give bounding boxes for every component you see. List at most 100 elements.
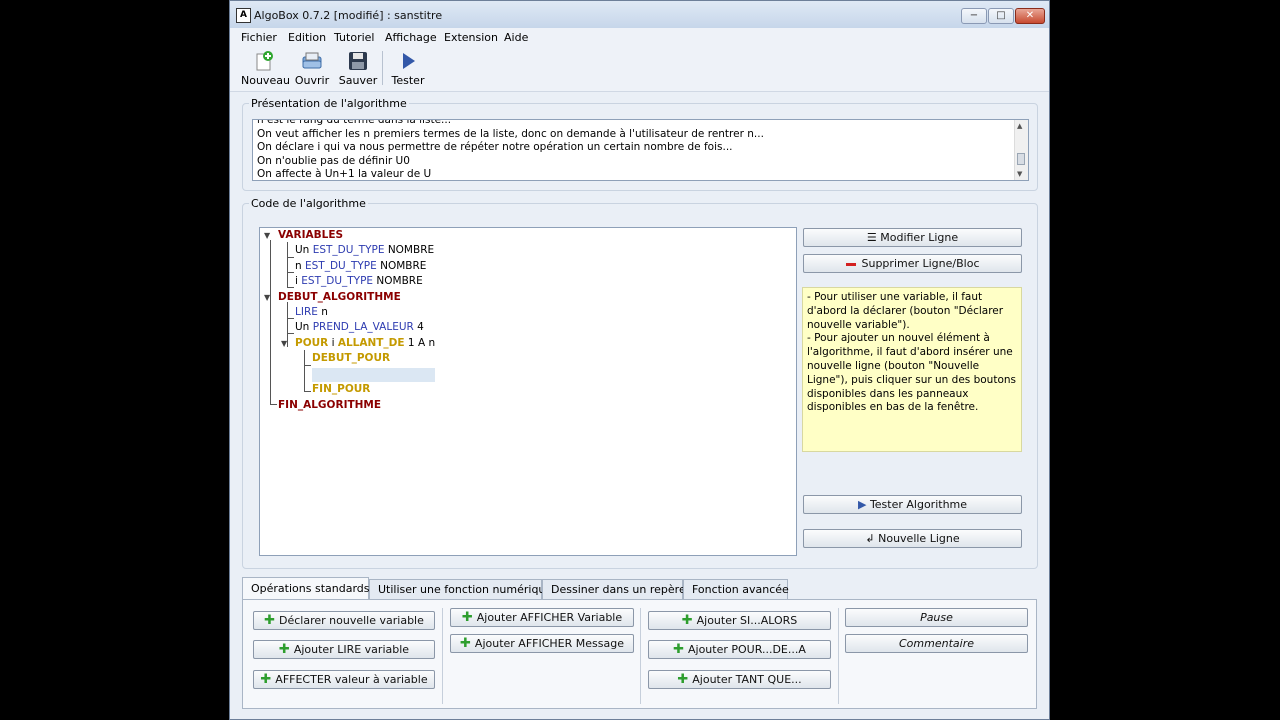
nouvelle-ligne-label: Nouvelle Ligne	[878, 532, 960, 545]
debut-pour-keyword: DEBUT_POUR	[312, 352, 391, 364]
fin-pour-keyword: FIN_POUR	[312, 383, 371, 395]
scroll-thumb[interactable]	[1017, 153, 1025, 165]
minus-icon	[845, 262, 856, 266]
menu-extension[interactable]: Extension	[444, 28, 498, 47]
tree-debut-algorithme[interactable]: DEBUT_ALGORITHME	[278, 290, 401, 304]
modifier-ligne-button[interactable]: ☰ Modifier Ligne	[803, 228, 1022, 247]
tree-var-n[interactable]: n EST_DU_TYPE NOMBRE	[295, 259, 426, 273]
pour-var: i	[331, 337, 335, 349]
scroll-down-icon[interactable]: ▼	[1017, 170, 1022, 178]
close-button[interactable]: ✕	[1015, 8, 1045, 24]
nouvelle-ligne-button[interactable]: ↲ Nouvelle Ligne	[803, 529, 1022, 548]
supprimer-label: Supprimer Ligne/Bloc	[861, 257, 980, 270]
tree-fin-pour[interactable]: FIN_POUR	[312, 382, 370, 396]
menu-bar: Fichier Edition Tutoriel Affichage Exten…	[230, 28, 1049, 47]
tree-connector	[287, 333, 294, 334]
menu-affichage[interactable]: Affichage	[385, 28, 437, 47]
minimize-button[interactable]: −	[961, 8, 987, 24]
supprimer-ligne-button[interactable]: Supprimer Ligne/Bloc	[803, 254, 1022, 273]
selected-empty-line[interactable]	[312, 368, 435, 382]
afficher-var-label: Ajouter AFFICHER Variable	[476, 611, 623, 624]
pause-label: Pause	[920, 611, 953, 624]
ajouter-afficher-variable-button[interactable]: ✚ Ajouter AFFICHER Variable	[450, 608, 634, 627]
tab-dessiner-repere[interactable]: Dessiner dans un repère	[542, 579, 686, 599]
tree-variables[interactable]: VARIABLES	[278, 228, 343, 242]
ajouter-pour-button[interactable]: ✚ Ajouter POUR...DE...A	[648, 640, 831, 659]
menu-aide[interactable]: Aide	[504, 28, 528, 47]
presentation-line: On veut afficher les n premiers termes d…	[257, 127, 764, 140]
tester-algorithme-label: Tester Algorithme	[869, 498, 968, 511]
panel-separator	[640, 608, 641, 704]
pause-button[interactable]: Pause	[845, 608, 1028, 627]
ajouter-afficher-message-button[interactable]: ✚ Ajouter AFFICHER Message	[450, 634, 634, 653]
tester-algorithme-button[interactable]: ▶ Tester Algorithme	[803, 495, 1022, 514]
variables-keyword: VARIABLES	[278, 229, 344, 241]
tree-prend-valeur[interactable]: Un PREND_LA_VALEUR 4	[295, 320, 424, 334]
plus-icon: ✚	[278, 642, 290, 657]
commentaire-button[interactable]: Commentaire	[845, 634, 1028, 653]
play-icon	[403, 53, 415, 69]
tree-pour[interactable]: POUR i ALLANT_DE 1 A n	[295, 336, 435, 350]
affecter-label: AFFECTER valeur à variable	[275, 673, 428, 686]
sauver-button[interactable]: Sauver	[338, 49, 378, 89]
lire-label: Ajouter LIRE variable	[293, 643, 410, 656]
collapse-arrow-icon[interactable]: ▼	[281, 339, 287, 348]
commentaire-label: Commentaire	[899, 637, 974, 650]
tree-debut-pour[interactable]: DEBUT_POUR	[312, 351, 390, 365]
tab-fonction-numerique[interactable]: Utiliser une fonction numérique	[369, 579, 552, 599]
plus-icon: ✚	[673, 642, 684, 657]
ajouter-tant-que-button[interactable]: ✚ Ajouter TANT QUE...	[648, 670, 831, 689]
ajouter-si-alors-button[interactable]: ✚ Ajouter SI...ALORS	[648, 611, 831, 630]
ouvrir-button[interactable]: Ouvrir	[294, 49, 330, 89]
allant-de-keyword: ALLANT_DE	[337, 337, 405, 349]
plus-icon: ✚	[461, 610, 473, 625]
plus-icon: ✚	[681, 613, 693, 628]
panel-separator	[442, 608, 443, 704]
collapse-arrow-icon[interactable]: ▼	[264, 231, 270, 240]
tab-operations-standards[interactable]: Opérations standards	[242, 577, 370, 600]
var-keyword: EST_DU_TYPE	[312, 244, 385, 256]
tree-lire[interactable]: LIRE n	[295, 305, 328, 319]
declarer-variable-button[interactable]: ✚ Déclarer nouvelle variable	[253, 611, 435, 630]
tree-connector	[270, 404, 277, 405]
tester-button[interactable]: Tester	[390, 49, 426, 89]
debut-keyword: DEBUT_ALGORITHME	[278, 291, 401, 303]
presentation-line: On n'oublie pas de définir U0	[257, 154, 410, 167]
var-keyword: EST_DU_TYPE	[301, 275, 374, 287]
menu-edition[interactable]: Edition	[288, 28, 326, 47]
tree-fin-algorithme[interactable]: FIN_ALGORITHME	[278, 398, 381, 412]
tree-connector	[304, 391, 311, 392]
modifier-label: Modifier Ligne	[880, 231, 959, 244]
tant-que-label: Ajouter TANT QUE...	[692, 673, 802, 686]
ajouter-lire-button[interactable]: ✚ Ajouter LIRE variable	[253, 640, 435, 659]
tree-connector	[287, 257, 294, 258]
menu-fichier[interactable]: Fichier	[241, 28, 277, 47]
lire-arg: n	[321, 306, 328, 318]
var-name: Un	[295, 321, 310, 333]
presentation-line: On affecte à Un+1 la valeur de U	[257, 168, 432, 181]
prend-keyword: PREND_LA_VALEUR	[312, 321, 414, 333]
tab-fonction-avancee[interactable]: Fonction avancée	[683, 579, 789, 599]
presentation-textarea[interactable]: n est le rang du terme dans la liste... …	[252, 119, 1029, 181]
prend-value: 4	[417, 321, 424, 333]
toolbar-separator	[382, 51, 383, 85]
var-name: n	[295, 260, 302, 272]
algorithm-tree[interactable]: ▼ VARIABLES Un EST_DU_TYPE NOMBRE n EST_…	[259, 227, 797, 556]
nouveau-button[interactable]: Nouveau	[241, 49, 290, 89]
maximize-button[interactable]: □	[988, 8, 1014, 24]
tree-var-i[interactable]: i EST_DU_TYPE NOMBRE	[295, 274, 423, 288]
plus-icon: ✚	[264, 613, 276, 628]
tester-label: Tester	[391, 74, 425, 87]
play-icon: ▶	[857, 498, 870, 511]
code-title: Code de l'algorithme	[249, 197, 368, 210]
open-icon	[302, 52, 322, 69]
collapse-arrow-icon[interactable]: ▼	[264, 293, 270, 302]
presentation-line: n est le rang du terme dans la liste...	[257, 119, 452, 126]
tree-var-un[interactable]: Un EST_DU_TYPE NOMBRE	[295, 243, 434, 257]
affecter-valeur-button[interactable]: ✚ AFFECTER valeur à variable	[253, 670, 435, 689]
toolbar: Nouveau Ouvrir Sauver Tester	[230, 47, 1049, 92]
tree-connector	[270, 240, 271, 404]
presentation-scrollbar[interactable]: ▲ ▼	[1014, 120, 1028, 180]
menu-tutoriel[interactable]: Tutoriel	[334, 28, 374, 47]
scroll-up-icon[interactable]: ▲	[1017, 122, 1022, 130]
